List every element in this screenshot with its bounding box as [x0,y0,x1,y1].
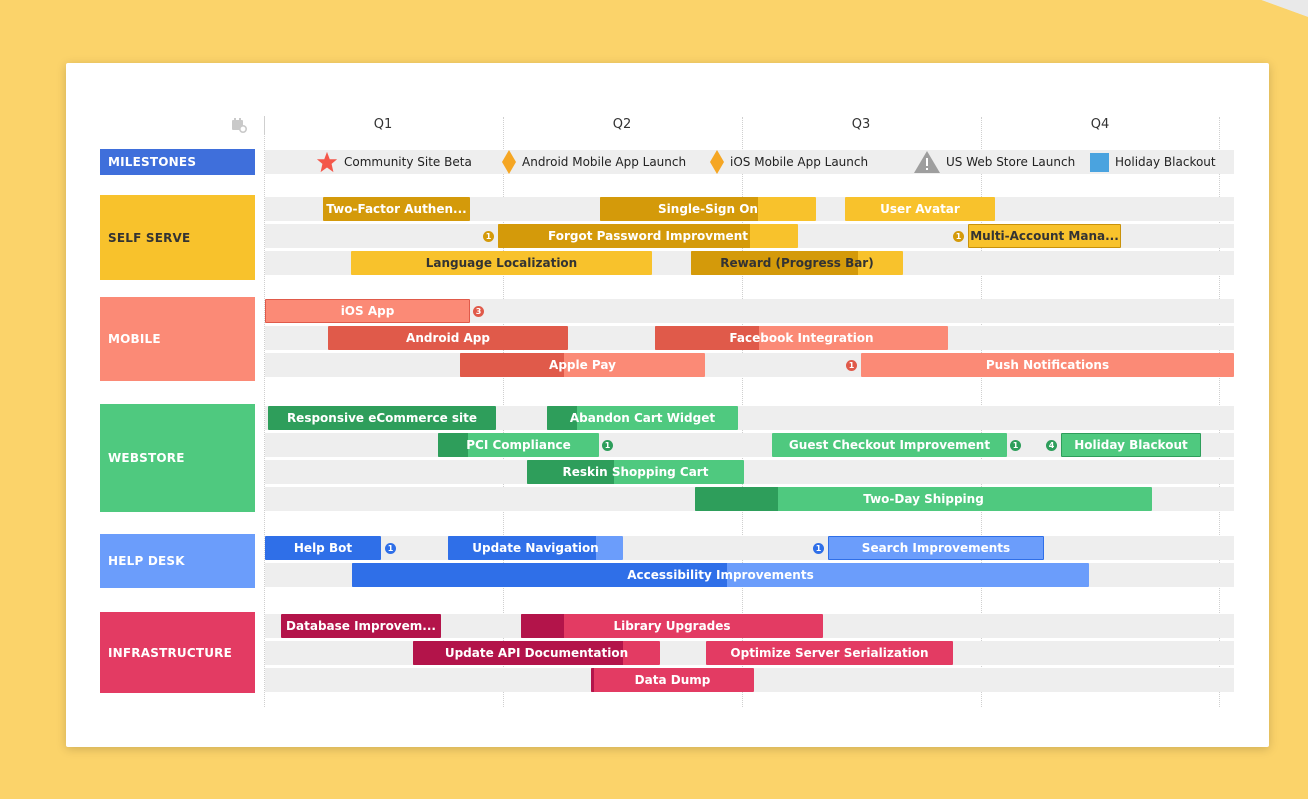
bar-responsive-ecommerce[interactable]: Responsive eCommerce site [268,406,496,430]
bar-holiday-blackout[interactable]: Holiday Blackout [1061,433,1201,457]
bar-reskin-shopping-cart[interactable]: Reskin Shopping Cart [527,460,744,484]
bar-two-factor[interactable]: Two-Factor Authen... [323,197,470,221]
dependency-badge[interactable]: 4 [1046,440,1057,451]
progress-fill [521,614,564,638]
bar-ios-app[interactable]: iOS App [265,299,470,323]
bar-facebook-integration[interactable]: Facebook Integration [655,326,948,350]
milestone-label: iOS Mobile App Launch [730,155,869,169]
lane-milestones[interactable]: MILESTONES [100,149,255,175]
bar-help-bot[interactable]: Help Bot [265,536,381,560]
milestone-holiday-blackout[interactable]: Holiday Blackout [1090,150,1216,174]
bar-library-upgrades[interactable]: Library Upgrades [521,614,823,638]
bar-search-improvements[interactable]: Search Improvements [828,536,1044,560]
quarter-label-q4: Q4 [1090,117,1110,132]
lane-help-desk[interactable]: HELP DESK [100,534,255,588]
quarter-label-q2: Q2 [612,117,632,132]
bar-push-notifications[interactable]: Push Notifications [861,353,1234,377]
bar-two-day-shipping[interactable]: Two-Day Shipping [695,487,1152,511]
diamond-icon [710,150,724,174]
square-icon [1090,152,1109,172]
page-corner-fold [1248,0,1308,20]
bar-data-dump[interactable]: Data Dump [591,668,754,692]
bar-guest-checkout[interactable]: Guest Checkout Improvement [772,433,1007,457]
warning-icon [914,151,940,173]
track-row [265,460,1234,484]
bar-single-sign-on[interactable]: Single-Sign On [600,197,816,221]
dependency-badge[interactable]: 1 [953,231,964,242]
calendar-settings-icon[interactable] [231,117,248,137]
bar-multi-account[interactable]: Multi-Account Mana... [968,224,1121,248]
milestone-us-web-store-launch[interactable]: US Web Store Launch [914,150,1075,174]
track-row [265,536,1234,560]
quarter-label-q1: Q1 [373,117,393,132]
milestone-label: US Web Store Launch [946,155,1076,169]
lane-webstore[interactable]: WEBSTORE [100,404,255,512]
bar-apple-pay[interactable]: Apple Pay [460,353,705,377]
milestone-label: Holiday Blackout [1115,155,1216,169]
bar-abandon-cart[interactable]: Abandon Cart Widget [547,406,738,430]
bar-database-improvements[interactable]: Database Improvem... [281,614,441,638]
dependency-badge[interactable]: 1 [602,440,613,451]
bar-update-api-documentation[interactable]: Update API Documentation [413,641,660,665]
dependency-badge[interactable]: 1 [483,231,494,242]
star-icon [316,151,338,173]
bar-language-localization[interactable]: Language Localization [351,251,652,275]
lane-infrastructure[interactable]: INFRASTRUCTURE [100,612,255,693]
quarter-label-q3: Q3 [851,117,871,132]
dependency-badge[interactable]: 3 [473,306,484,317]
bar-reward[interactable]: Reward (Progress Bar) [691,251,903,275]
dependency-badge[interactable]: 1 [846,360,857,371]
bar-optimize-server-serialization[interactable]: Optimize Server Serialization [706,641,953,665]
bar-android-app[interactable]: Android App [328,326,568,350]
progress-fill [438,433,468,457]
lane-self-serve[interactable]: SELF SERVE [100,195,255,280]
diamond-icon [502,150,516,174]
bar-forgot-password[interactable]: Forgot Password Improvment [498,224,798,248]
dependency-badge[interactable]: 1 [1010,440,1021,451]
milestone-community-site-beta[interactable]: Community Site Beta [316,150,472,174]
milestone-label: Community Site Beta [344,155,472,169]
dependency-badge[interactable]: 1 [813,543,824,554]
bar-pci-compliance[interactable]: PCI Compliance [438,433,599,457]
dependency-badge[interactable]: 1 [385,543,396,554]
lane-mobile[interactable]: MOBILE [100,297,255,381]
bar-update-navigation[interactable]: Update Navigation [448,536,623,560]
milestone-android-launch[interactable]: Android Mobile App Launch [502,150,686,174]
progress-fill [695,487,778,511]
progress-fill [591,668,594,692]
bar-user-avatar[interactable]: User Avatar [845,197,995,221]
milestone-ios-launch[interactable]: iOS Mobile App Launch [710,150,868,174]
milestone-label: Android Mobile App Launch [522,155,687,169]
bar-accessibility-improvements[interactable]: Accessibility Improvements [352,563,1089,587]
